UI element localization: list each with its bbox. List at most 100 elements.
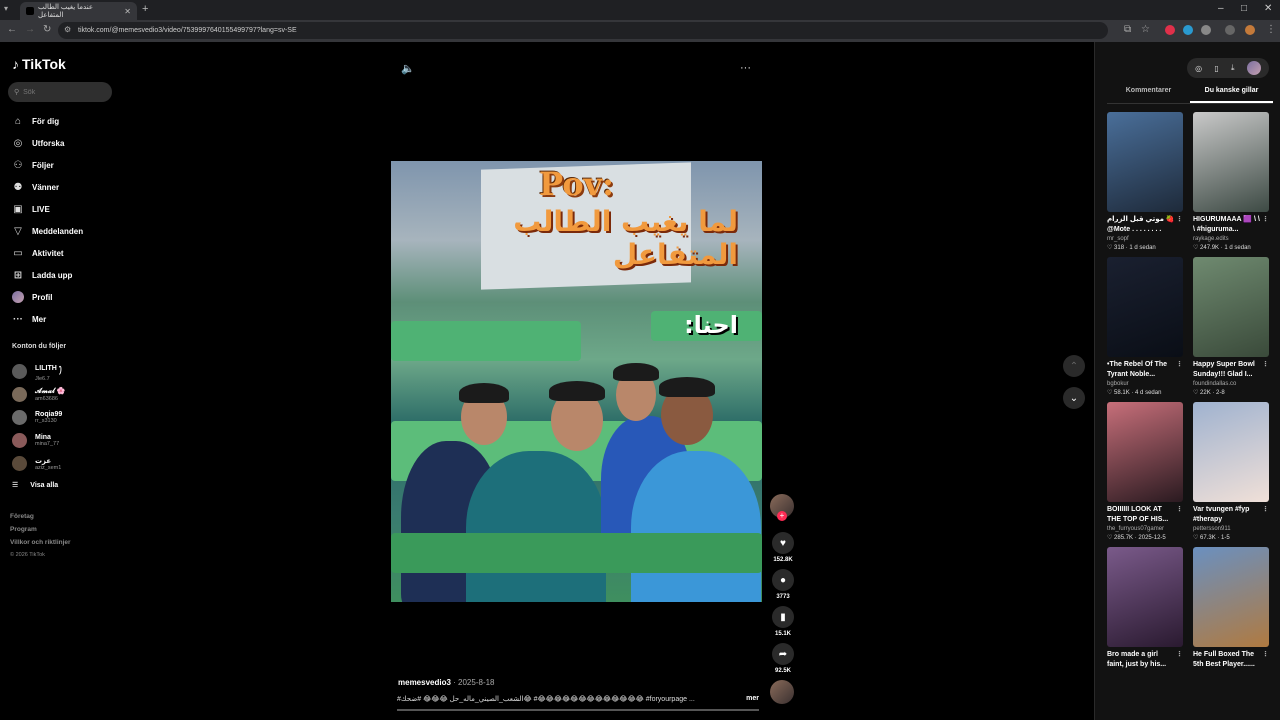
video-thumbnail[interactable] [1107,257,1183,357]
save-action[interactable]: ▮ 15.1K [770,606,796,637]
video-thumbnail[interactable] [1193,547,1269,647]
search-box[interactable]: ⚲ [8,82,112,102]
download-icon[interactable]: ⤓ [1231,63,1235,73]
creator-avatar[interactable]: + [770,494,794,521]
card-author[interactable]: foundindallas.co [1193,381,1269,387]
bookmark-star-icon[interactable]: ☆ [1141,24,1150,35]
site-info-icon[interactable]: ⚙ [64,25,71,34]
sidebar-item-för-dig[interactable]: ⌂ För dig [12,110,83,132]
reload-icon[interactable]: ↻ [43,24,51,35]
video-thumbnail[interactable] [1107,547,1183,647]
window-close-icon[interactable]: ✕ [1264,3,1272,14]
sidebar-item-label: Följer [32,160,54,170]
sidebar-item-meddelanden[interactable]: ▽ Meddelanden [12,220,83,242]
compass-icon[interactable]: ◎ [1195,64,1202,73]
video-thumbnail[interactable] [1107,402,1183,502]
sidebar-item-live[interactable]: ▣ LIVE [12,198,83,220]
suggested-video-card[interactable]: ⋮ He Full Boxed The 5th Best Player...... [1193,547,1269,670]
video-player[interactable]: Pov: لما يغيب الطالب المتفاعل احنا: [391,161,762,602]
like-action[interactable]: ♥ 152.8K [770,532,796,563]
tab-suggested[interactable]: Du kanske gillar [1190,82,1273,103]
card-menu-icon[interactable]: ⋮ [1262,360,1269,370]
sidebar-item-vänner[interactable]: ⚉ Vänner [12,176,83,198]
card-title: ⋮ Var tvungen #fyp #therapy [1193,505,1269,525]
install-app-icon[interactable]: ⧉ [1124,24,1131,35]
music-disc-avatar[interactable] [770,680,794,704]
sidebar-item-aktivitet[interactable]: ▭ Aktivitet [12,242,83,264]
video-thumbnail[interactable] [1193,402,1269,502]
extension-icon[interactable] [1165,25,1175,35]
card-menu-icon[interactable]: ⋮ [1262,505,1269,515]
card-menu-icon[interactable]: ⋮ [1176,505,1183,515]
browser-tab[interactable]: عندما يغيب الطالب المتفاعل ✕ [20,2,137,20]
suggested-video-card[interactable]: ⋮ •The Rebel Of The Tyrant Noble... bgboku… [1107,257,1183,396]
forward-icon[interactable]: → [25,24,35,35]
followed-account[interactable]: LILITH ꫂ Jle6.7 [12,360,65,383]
followed-account[interactable]: Mina mina7_77 [12,429,65,452]
user-avatar[interactable] [1246,61,1261,75]
card-menu-icon[interactable]: ⋮ [1262,650,1269,660]
follow-plus-icon[interactable]: + [777,511,787,521]
followed-account[interactable]: Roqia99 rr_s3130 [12,406,65,429]
suggested-video-card[interactable]: ⋮ BOIIIIII LOOK AT THE TOP OF HIS... the_f… [1107,402,1183,541]
extensions-puzzle-icon[interactable] [1201,25,1211,35]
back-icon[interactable]: ← [7,24,17,35]
new-tab-icon[interactable]: + [142,3,148,15]
comment-action[interactable]: ● 3773 [770,569,796,600]
tab-search-icon[interactable]: ▾ [4,4,16,16]
card-menu-icon[interactable]: ⋮ [1176,650,1183,660]
heart-icon[interactable]: ♥ [772,532,794,554]
see-all-button[interactable]: ☰ Visa alla [12,477,65,493]
card-author[interactable]: raykage.edits [1193,236,1269,242]
search-input[interactable] [23,88,104,96]
sidebar-item-profil[interactable]: Profil [12,286,83,308]
student-figure [631,451,761,602]
video-thumbnail[interactable] [1107,112,1183,212]
suggested-video-card[interactable]: ⋮ Var tvungen #fyp #therapy pettersson911 ♡… [1193,402,1269,541]
video-thumbnail[interactable] [1193,112,1269,212]
search-icon: ⚲ [14,89,20,96]
volume-icon[interactable]: 🔈 [401,62,415,75]
suggested-video-card[interactable]: ⋮ موتي قبل الزرام 🍓 @Mote . . . . . . . .… [1107,112,1183,251]
extension-icon[interactable] [1183,25,1193,35]
previous-video-button[interactable]: ⌃ [1063,355,1085,377]
sidebar-item-mer[interactable]: ··· Mer [12,308,83,330]
footer-link[interactable]: Program [10,523,71,536]
comment-icon[interactable]: ● [772,569,794,591]
device-icon[interactable]: ▯ [1214,64,1218,73]
share-icon[interactable]: ➦ [772,643,794,665]
browser-menu-icon[interactable]: ⋮ [1266,24,1276,35]
footer-link[interactable]: Villkor och riktlinjer [10,536,71,549]
card-author[interactable]: pettersson911 [1193,526,1269,532]
profile-icon[interactable] [1245,25,1255,35]
maximize-icon[interactable]: □ [1241,3,1247,14]
share-action[interactable]: ➦ 92.5K [770,643,796,674]
next-video-button[interactable]: ⌄ [1063,387,1085,409]
url-field[interactable]: ⚙ tiktok.com/@memesvedio3/video/75399976… [58,22,1108,39]
card-menu-icon[interactable]: ⋮ [1176,215,1183,225]
sidebar-item-utforska[interactable]: ◎ Utforska [12,132,83,154]
minimize-icon[interactable]: – [1218,3,1224,14]
bookmark-icon[interactable]: ▮ [772,606,794,628]
card-author[interactable]: mr_sopf [1107,236,1183,242]
more-options-icon[interactable]: ··· [740,62,751,74]
suggested-video-card[interactable]: ⋮ Happy Super Bowl Sunday!!! Glad I... fou… [1193,257,1269,396]
sidebar-item-ladda-upp[interactable]: ⊞ Ladda upp [12,264,83,286]
followed-account[interactable]: عزت aziz_sem1 [12,452,65,475]
card-menu-icon[interactable]: ⋮ [1176,360,1183,370]
tab-comments[interactable]: Kommentarer [1107,82,1190,103]
suggested-video-card[interactable]: ⋮ Bro made a girl faint, just by his... [1107,547,1183,670]
card-author[interactable]: the_furryous07gamer [1107,526,1183,532]
card-author[interactable]: bgbokur [1107,381,1183,387]
suggested-video-card[interactable]: ⋮ HIGURUMAAA 🟪 \ \ \ #higuruma... raykage.… [1193,112,1269,251]
tiktok-logo[interactable]: ♪ TikTok [12,56,66,72]
video-thumbnail[interactable] [1193,257,1269,357]
caption-more-link[interactable]: mer [746,695,759,703]
card-menu-icon[interactable]: ⋮ [1262,215,1269,225]
close-tab-icon[interactable]: ✕ [124,7,131,16]
sidebar-item-följer[interactable]: ⚇ Följer [12,154,83,176]
post-username[interactable]: memesvedio3 [398,678,451,687]
followed-account[interactable]: 𝓐𝓶𝓪𝓵 🌸 am63686 [12,383,65,406]
sidebar-icon[interactable] [1225,25,1235,35]
footer-link[interactable]: Företag [10,510,71,523]
